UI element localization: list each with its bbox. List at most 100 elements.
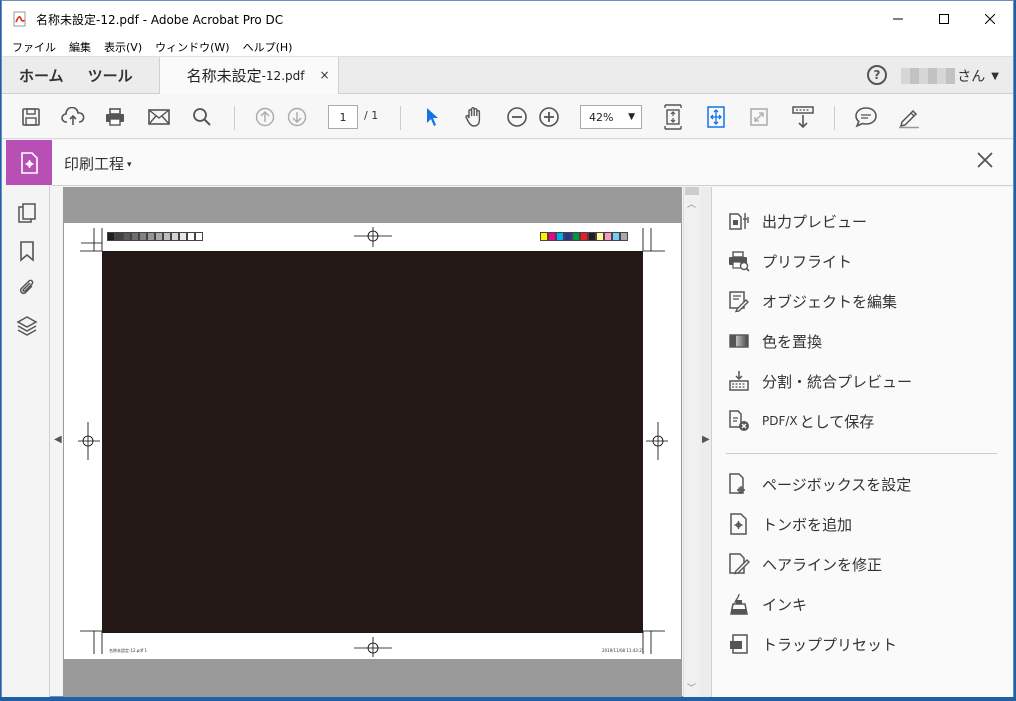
- panel-item-edit-object[interactable]: オブジェクトを編集: [726, 287, 897, 315]
- panel-item-label: トンボを追加: [762, 515, 853, 534]
- user-account-menu[interactable]: さん ▼: [901, 66, 999, 86]
- highlight-pen-icon[interactable]: [896, 94, 922, 139]
- minimize-button[interactable]: [875, 1, 921, 37]
- panel-item-label: インキ: [762, 595, 808, 614]
- acrobat-pdf-icon: [12, 11, 28, 27]
- fit-page-icon[interactable]: [661, 94, 685, 139]
- left-navigation-pane: [2, 140, 50, 697]
- tool-name: 印刷工程: [64, 155, 125, 173]
- close-tool-icon[interactable]: [975, 150, 995, 173]
- menu-bar: ファイル 編集 表示(V) ウィンドウ(W) ヘルプ(H): [2, 37, 1013, 57]
- panel-item-add-marks[interactable]: トンボを追加: [726, 510, 852, 538]
- panel-item-fix-hairline[interactable]: ヘアラインを修正: [726, 550, 882, 578]
- page-box-icon: [726, 471, 752, 497]
- panel-item-label: トラッププリセット: [762, 635, 898, 654]
- menu-view[interactable]: 表示(V): [104, 39, 142, 55]
- scroll-up-icon[interactable]: ︿: [687, 197, 696, 210]
- close-tab-icon[interactable]: ×: [320, 68, 330, 82]
- chevron-down-icon: ▼: [991, 70, 999, 82]
- close-window-button[interactable]: [967, 1, 1013, 37]
- preflight-icon: [726, 248, 752, 274]
- tool-header: 印刷工程 ▾: [52, 140, 1013, 186]
- document-tab-suffix: -12.pdf: [261, 68, 305, 83]
- panel-item-preflight[interactable]: プリフライト: [726, 247, 852, 275]
- tab-document[interactable]: 名称未設定 -12.pdf ×: [158, 57, 339, 94]
- previous-page-icon[interactable]: [253, 94, 277, 139]
- full-screen-icon[interactable]: [747, 94, 771, 139]
- panel-item-flattener-preview[interactable]: 分割・統合プレビュー: [726, 367, 912, 395]
- panel-item-label: ヘアラインを修正: [762, 555, 883, 574]
- page-footer-right: 2019/11/08 11:43:21: [602, 648, 645, 653]
- fit-width-icon[interactable]: [704, 94, 728, 139]
- tab-tools[interactable]: ツール: [88, 57, 133, 93]
- bookmark-icon[interactable]: [16, 240, 38, 262]
- trap-preset-icon: [726, 631, 752, 657]
- next-page-icon[interactable]: [285, 94, 309, 139]
- zoom-level-value: 42%: [589, 110, 614, 124]
- panel-item-replace-color[interactable]: 色を置換: [726, 327, 822, 355]
- scrollbar-thumb[interactable]: [685, 187, 699, 195]
- panel-item-output-preview[interactable]: 出力プレビュー: [726, 207, 867, 235]
- panel-item-prefix: PDF/X: [762, 414, 798, 428]
- chevron-down-icon: ▾: [127, 160, 132, 170]
- fix-hairline-icon: [726, 551, 752, 577]
- tool-name-dropdown[interactable]: 印刷工程 ▾: [64, 153, 132, 174]
- vertical-scrollbar[interactable]: ︿ ﹀: [683, 187, 700, 697]
- menu-edit[interactable]: 編集: [69, 39, 91, 55]
- panel-item-ink[interactable]: インキ: [726, 590, 807, 618]
- color-bar: [540, 232, 628, 241]
- panel-item-page-box[interactable]: ページボックスを設定: [726, 470, 911, 498]
- artwork-area: [102, 251, 643, 633]
- blurred-username: [901, 68, 956, 84]
- save-icon[interactable]: [18, 94, 44, 139]
- select-arrow-icon[interactable]: [420, 94, 444, 139]
- gray-scale-bar: [107, 232, 203, 241]
- cloud-upload-icon[interactable]: [60, 94, 86, 139]
- replace-color-icon: [726, 328, 752, 354]
- attachment-icon[interactable]: [16, 277, 38, 299]
- search-icon[interactable]: [189, 94, 215, 139]
- help-icon[interactable]: ?: [867, 65, 887, 85]
- zoom-level-select[interactable]: 42% ▼: [580, 105, 642, 129]
- print-icon[interactable]: [102, 94, 128, 139]
- menu-file[interactable]: ファイル: [12, 39, 56, 55]
- page-thumbnails-icon[interactable]: [16, 202, 38, 224]
- page-footer-left: 名称未設定-12.pdf 1: [109, 648, 148, 653]
- tab-bar: ホーム ツール 名称未設定 -12.pdf × ? さん ▼: [2, 57, 1013, 94]
- tab-home[interactable]: ホーム: [19, 57, 64, 93]
- hand-tool-icon[interactable]: [462, 94, 486, 139]
- print-production-panel: 出力プレビュー プリフライト オブジェクトを編集 色を置換 分割・統合プレビュー…: [712, 187, 1013, 697]
- collapse-right-pane-icon[interactable]: ▶: [702, 434, 710, 445]
- print-production-tool-icon[interactable]: [6, 140, 52, 185]
- user-suffix: さん: [957, 69, 986, 85]
- comment-icon[interactable]: [853, 94, 879, 139]
- title-bar: 名称未設定-12.pdf - Adobe Acrobat Pro DC: [2, 1, 1013, 37]
- zoom-in-icon[interactable]: [537, 94, 561, 139]
- panel-item-label: プリフライト: [762, 252, 853, 271]
- maximize-button[interactable]: [921, 1, 967, 37]
- scroll-down-icon[interactable]: ﹀: [687, 681, 696, 694]
- panel-item-label: ページボックスを設定: [762, 475, 912, 494]
- chevron-down-icon: ▼: [628, 112, 635, 122]
- page-number-input[interactable]: 1: [328, 105, 358, 129]
- panel-item-save-pdfx[interactable]: PDF/X として保存: [726, 407, 874, 435]
- layers-icon[interactable]: [16, 315, 38, 337]
- panel-item-label: 出力プレビュー: [762, 212, 868, 231]
- ink-icon: [726, 591, 752, 617]
- zoom-out-icon[interactable]: [505, 94, 529, 139]
- flattener-preview-icon: [726, 368, 752, 394]
- menu-help[interactable]: ヘルプ(H): [243, 39, 293, 55]
- collapse-left-pane-icon[interactable]: ◀: [54, 434, 62, 445]
- panel-item-label: として保存: [799, 412, 875, 431]
- panel-item-label: 分割・統合プレビュー: [762, 372, 913, 391]
- menu-window[interactable]: ウィンドウ(W): [155, 39, 229, 55]
- output-preview-icon: [726, 208, 752, 234]
- window-title: 名称未設定-12.pdf - Adobe Acrobat Pro DC: [36, 12, 284, 27]
- add-marks-icon: [726, 511, 752, 537]
- edit-object-icon: [726, 288, 752, 314]
- email-icon[interactable]: [146, 94, 172, 139]
- scroll-mode-icon[interactable]: [790, 94, 816, 139]
- document-tab-name: 名称未設定: [186, 67, 262, 85]
- panel-item-trap-preset[interactable]: トラッププリセット: [726, 630, 897, 658]
- page-total: / 1: [364, 109, 379, 122]
